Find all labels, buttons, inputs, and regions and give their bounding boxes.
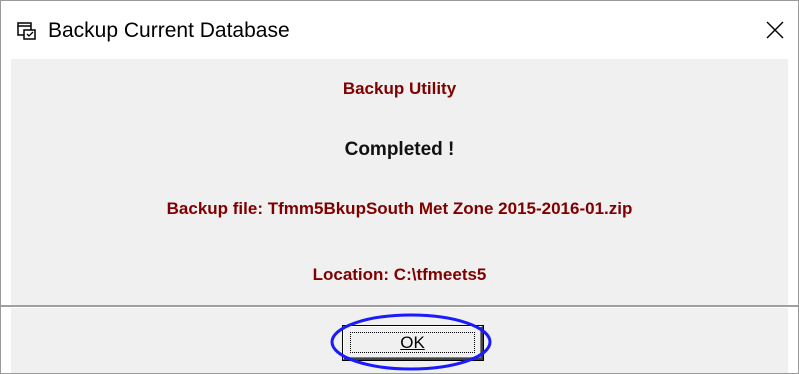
database-backup-icon <box>17 21 37 41</box>
completion-status: Completed ! <box>344 139 455 160</box>
backup-file-label: Backup file: Tfmm5BkupSouth Met Zone 201… <box>166 199 633 218</box>
dialog-body: Backup Utility Completed ! Backup file: … <box>11 59 788 305</box>
window-frame-right <box>788 1 798 373</box>
ok-button-label: OK <box>400 333 425 352</box>
window-title: Backup Current Database <box>48 19 290 42</box>
backup-dialog: Backup Current Database Backup Utility C… <box>0 0 799 374</box>
button-area-divider <box>1 305 798 308</box>
close-icon <box>766 21 784 39</box>
window-frame-left <box>1 1 11 373</box>
title-bar: Backup Current Database <box>1 1 798 59</box>
backup-location-label: Location: C:\tfmeets5 <box>312 265 487 284</box>
utility-heading: Backup Utility <box>342 79 457 98</box>
ok-button[interactable]: OK <box>343 326 483 360</box>
